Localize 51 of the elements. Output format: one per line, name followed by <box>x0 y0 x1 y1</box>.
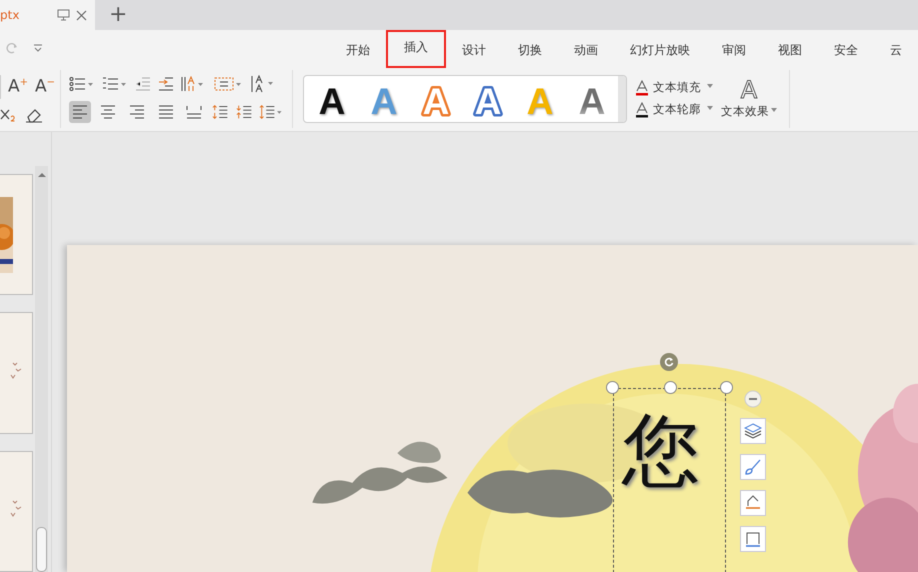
dropdown-icon[interactable] <box>33 44 43 52</box>
slide-thumbnail[interactable] <box>0 450 33 572</box>
menu-tab[interactable]: 动画 <box>558 30 614 66</box>
text-outline-icon <box>635 102 649 118</box>
menu-tab[interactable]: 审阅 <box>706 30 762 66</box>
wordart-style[interactable]: A <box>306 78 358 118</box>
slide-thumbnail[interactable] <box>0 174 33 296</box>
collapse-icon[interactable] <box>744 390 762 408</box>
menu-tab[interactable]: 视图 <box>762 30 818 66</box>
text-outline-button[interactable]: 文本轮廓 <box>635 102 713 118</box>
monitor-icon[interactable] <box>57 9 70 21</box>
wordart-style[interactable]: A <box>566 78 618 118</box>
line-spacing-icon[interactable] <box>212 104 229 120</box>
eraser-icon[interactable] <box>25 106 43 122</box>
close-icon[interactable] <box>76 10 87 20</box>
menu-tab[interactable]: 安全 <box>818 30 874 66</box>
scroll-up-icon[interactable] <box>38 172 46 177</box>
font-size-button[interactable]: A$^{−}$ <box>35 78 56 96</box>
frame-button[interactable] <box>740 526 766 552</box>
paragraph-spacing-icon[interactable] <box>236 104 252 120</box>
brush-button[interactable] <box>740 454 766 480</box>
text-fill-button[interactable]: 文本填充 <box>635 80 713 96</box>
align-button[interactable] <box>69 100 91 122</box>
shape-outline-icon <box>744 494 762 512</box>
bullet-list-icon[interactable] <box>69 76 95 92</box>
vertical-text: 您 <box>622 405 700 498</box>
slide-thumbnail[interactable] <box>0 312 33 434</box>
menu-tab[interactable]: 插入 <box>386 30 446 68</box>
outline-button[interactable] <box>740 490 766 516</box>
font-size-button[interactable]: A$^{+}$ <box>8 78 28 96</box>
menu-tab[interactable]: 云 <box>874 30 918 66</box>
text-color-icon <box>635 80 649 96</box>
text-box-icon[interactable] <box>214 76 244 92</box>
menu-tab[interactable]: 切换 <box>502 30 558 66</box>
menu-tab[interactable]: 幻灯片放映 <box>614 30 706 66</box>
brush-icon <box>744 458 762 476</box>
frame-icon <box>744 530 762 548</box>
layers-button[interactable] <box>740 418 766 444</box>
scroll-thumb[interactable] <box>36 527 47 572</box>
wordart-style[interactable]: A <box>462 78 514 118</box>
layers-icon <box>744 423 762 439</box>
menu-tab[interactable]: 设计 <box>446 30 502 66</box>
scrollbar[interactable] <box>35 166 48 572</box>
new-tab-button[interactable]: + <box>95 0 142 30</box>
numbered-list-icon[interactable] <box>102 76 128 92</box>
increase-indent-icon[interactable] <box>158 76 174 92</box>
gallery-scrollbar[interactable] <box>618 76 626 122</box>
spacing-dropdown-icon[interactable] <box>258 104 284 120</box>
document-tab-title: ptx <box>0 8 20 22</box>
menu-tab[interactable]: 开始 <box>330 30 386 66</box>
text-effect-button[interactable]: A 文本效果 <box>721 78 777 119</box>
